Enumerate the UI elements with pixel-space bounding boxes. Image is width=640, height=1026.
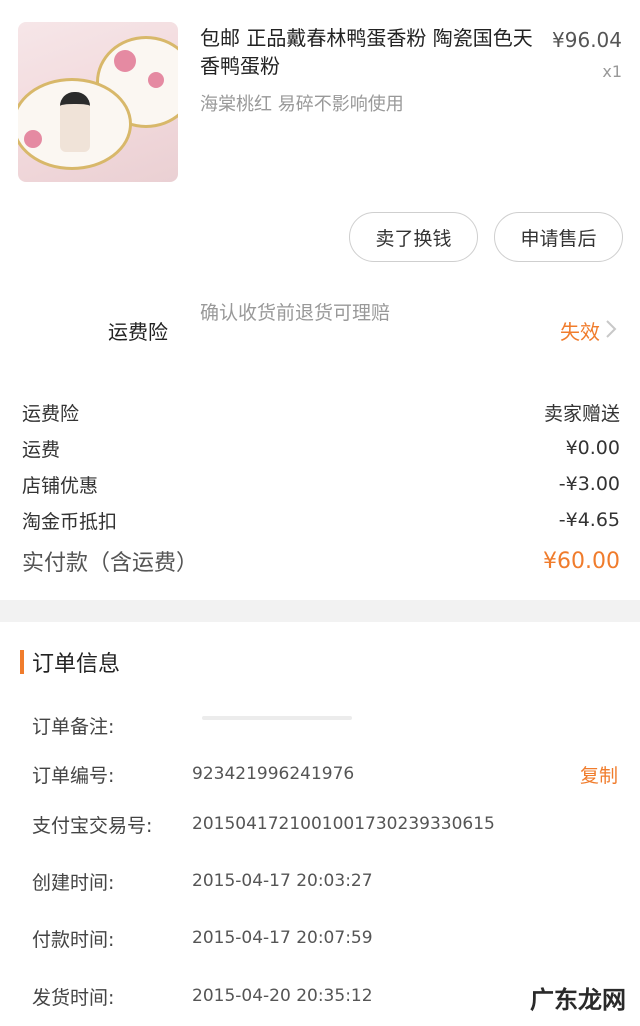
fee-label: 店铺优惠	[22, 474, 99, 497]
insurance-status[interactable]: 失效	[560, 316, 600, 345]
created-time-row: 创建时间: 2015-04-17 20:03:27	[32, 866, 622, 896]
fee-label: 运费险	[22, 402, 80, 425]
info-label: 付款时间:	[32, 928, 115, 951]
fee-row-coin-deduction: 淘金币抵扣 -¥4.65	[22, 505, 620, 535]
insurance-description: 确认收货前退货可理赔	[200, 302, 391, 324]
info-value: 2015041721001001730239330615	[192, 814, 495, 834]
section-divider	[0, 600, 640, 622]
copy-button[interactable]: 复制	[580, 761, 618, 788]
fee-label: 运费	[22, 438, 61, 461]
product-card[interactable]: 包邮 正品戴春林鸭蛋香粉 陶瓷国色天香鸭蛋粉 海棠桃红 易碎不影响使用 ¥96.…	[0, 0, 640, 200]
order-number-row: 订单编号: 923421996241976 复制	[32, 759, 622, 789]
fee-row-insurance: 运费险 卖家赠送	[22, 397, 620, 427]
product-quantity: x1	[602, 62, 622, 81]
product-price: ¥96.04	[552, 28, 622, 52]
fee-value: ¥0.00	[565, 437, 620, 459]
rose-decoration	[148, 72, 164, 88]
info-label: 发货时间:	[32, 986, 115, 1009]
sell-button[interactable]: 卖了换钱	[349, 212, 478, 262]
total-value: ¥60.00	[543, 548, 620, 574]
info-value: 2015-04-17 20:07:59	[192, 928, 373, 948]
rose-decoration	[24, 130, 42, 148]
order-info-title: 订单信息	[32, 652, 121, 677]
fee-value: -¥4.65	[558, 509, 620, 531]
section-accent-bar	[20, 650, 24, 674]
blurred-note	[202, 716, 352, 720]
fee-label: 淘金币抵扣	[22, 510, 118, 533]
info-value: 2015-04-20 20:35:12	[192, 986, 373, 1006]
alipay-trade-row: 支付宝交易号: 2015041721001001730239330615	[32, 809, 622, 839]
rose-decoration	[114, 50, 136, 72]
fee-value: 卖家赠送	[543, 402, 620, 425]
order-note-row: 订单备注:	[32, 710, 622, 740]
info-label: 订单编号:	[32, 764, 115, 787]
total-label: 实付款（含运费）	[22, 551, 199, 576]
product-thumbnail[interactable]	[18, 22, 178, 182]
fee-value: -¥3.00	[558, 473, 620, 495]
fee-row-shipping: 运费 ¥0.00	[22, 433, 620, 463]
fee-row-shop-discount: 店铺优惠 -¥3.00	[22, 469, 620, 499]
insurance-title: 运费险	[108, 320, 168, 344]
product-variant: 海棠桃红 易碎不影响使用	[200, 94, 404, 115]
info-value: 2015-04-17 20:03:27	[192, 871, 373, 891]
info-label: 支付宝交易号:	[32, 814, 153, 837]
lady-portrait	[60, 92, 90, 152]
after-sale-button[interactable]: 申请售后	[494, 212, 623, 262]
info-label: 创建时间:	[32, 871, 115, 894]
total-paid-row: 实付款（含运费） ¥60.00	[22, 546, 620, 577]
paid-time-row: 付款时间: 2015-04-17 20:07:59	[32, 923, 622, 953]
product-name[interactable]: 包邮 正品戴春林鸭蛋香粉 陶瓷国色天香鸭蛋粉	[200, 24, 540, 80]
info-label: 订单备注:	[32, 715, 115, 738]
info-value[interactable]: 923421996241976	[192, 764, 354, 784]
watermark: 广东龙网	[530, 986, 626, 1014]
chevron-right-icon[interactable]	[604, 318, 618, 340]
